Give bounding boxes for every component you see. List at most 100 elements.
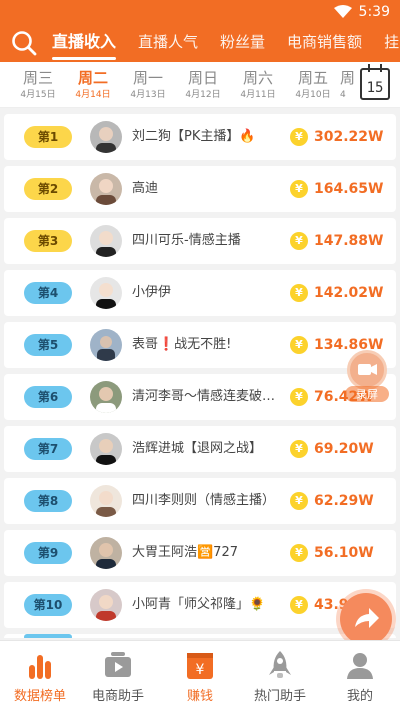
coin-icon: ¥ (290, 388, 308, 406)
streamer-name: 清河李哥～情感连麦破… (132, 389, 276, 404)
tab-fans[interactable]: 粉丝量 (220, 24, 265, 62)
streamer-name: 大胃王阿浩🈺727 (132, 545, 238, 560)
income-amount: 62.29W (314, 493, 374, 509)
tab-live-income[interactable]: 直播收入 (52, 24, 117, 62)
calendar-icon[interactable]: 15 (360, 64, 390, 100)
rank-badge: 第5 (24, 334, 72, 356)
rank-badge: 第9 (24, 542, 72, 564)
rank-badge: 第10 (24, 594, 72, 616)
share-arrow-icon (355, 608, 379, 628)
list-item[interactable]: 第8 四川李则则（情感主播） ¥ 62.29W (4, 478, 396, 524)
coin-icon: ¥ (290, 492, 308, 510)
rank-badge: 第4 (24, 282, 72, 304)
income-amount: 147.88W (314, 233, 384, 249)
nav-ecommerce-helper[interactable]: 电商助手 (78, 641, 158, 711)
avatar (90, 121, 122, 153)
income-amount: 164.65W (314, 181, 384, 197)
day-item-selected[interactable]: 周二 4月14日 (73, 68, 113, 102)
day-name: 周二 (77, 69, 108, 87)
list-item[interactable]: 第3 四川可乐-情感主播 ¥ 147.88W (4, 218, 396, 264)
day-item[interactable]: 周六 4月11日 (238, 68, 278, 102)
list-item[interactable] (4, 634, 396, 638)
day-name: 周日 (187, 69, 218, 87)
list-item[interactable]: 第2 高迪 ¥ 164.65W (4, 166, 396, 212)
day-item[interactable]: 周 4 (340, 68, 354, 102)
nav-earn-money[interactable]: ¥ 赚钱 (160, 641, 240, 711)
status-bar: 5:39 (0, 0, 400, 24)
streamer-name: 浩辉进城【退网之战】 (132, 441, 263, 456)
avatar (90, 277, 122, 309)
avatar (90, 329, 122, 361)
day-name: 周一 (132, 69, 163, 87)
top-tabs: 直播收入 直播人气 粉丝量 电商销售额 挂 (52, 24, 400, 62)
nav-label: 电商助手 (91, 689, 144, 704)
video-icon (105, 652, 131, 677)
screen-record-button[interactable]: 录屏 (345, 350, 389, 402)
day-selector: 周三 4月15日 周二 4月14日 周一 4月13日 周日 4月12日 周六 4… (0, 62, 400, 108)
wifi-icon (334, 5, 352, 18)
day-date: 4 (340, 90, 346, 100)
list-item[interactable]: 第1 刘二狗【PK主播】🔥 ¥ 302.22W (4, 114, 396, 160)
income-amount: 142.02W (314, 285, 384, 301)
coin-icon: ¥ (290, 128, 308, 146)
tab-more[interactable]: 挂 (384, 24, 399, 62)
avatar (90, 173, 122, 205)
list-item[interactable]: 第4 小伊伊 ¥ 142.02W (4, 270, 396, 316)
day-item[interactable]: 周五 4月10日 (293, 68, 333, 102)
day-date: 4月14日 (75, 90, 111, 100)
svg-text:¥: ¥ (196, 662, 205, 678)
share-button[interactable] (340, 593, 392, 645)
income-amount: 69.20W (314, 441, 374, 457)
coin-icon: ¥ (290, 284, 308, 302)
nav-label: 我的 (346, 689, 373, 704)
day-item[interactable]: 周日 4月12日 (183, 68, 223, 102)
nav-label: 热门助手 (253, 689, 306, 704)
app-header: 5:39 直播收入 直播人气 粉丝量 电商销售额 挂 (0, 0, 400, 62)
list-item[interactable]: 第5 表哥❗战无不胜! ¥ 134.86W (4, 322, 396, 368)
list-item[interactable]: 第9 大胃王阿浩🈺727 ¥ 56.10W (4, 530, 396, 576)
day-item[interactable]: 周一 4月13日 (128, 68, 168, 102)
day-name: 周 (340, 69, 354, 87)
bottom-nav: 数据榜单 电商助手 ¥ 赚钱 热门助手 我的 (0, 640, 400, 711)
status-time: 5:39 (358, 4, 390, 20)
streamer-name: 四川李则则（情感主播） (132, 493, 276, 508)
record-label: 录屏 (345, 386, 389, 402)
tab-ecommerce-sales[interactable]: 电商销售额 (287, 24, 362, 62)
income-amount: 56.10W (314, 545, 374, 561)
tab-live-popularity[interactable]: 直播人气 (138, 24, 198, 62)
user-icon (347, 653, 373, 679)
rank-badge: 第2 (24, 178, 72, 200)
nav-hot-helper[interactable]: 热门助手 (240, 641, 320, 711)
day-date: 4月11日 (240, 90, 276, 100)
list-item[interactable]: 第7 浩辉进城【退网之战】 ¥ 69.20W (4, 426, 396, 472)
rank-badge: 第6 (24, 386, 72, 408)
nav-data-ranking[interactable]: 数据榜单 (0, 641, 80, 711)
nav-label: 数据榜单 (13, 689, 66, 704)
avatar (90, 225, 122, 257)
day-date: 4月10日 (295, 90, 331, 100)
avatar (90, 589, 122, 621)
avatar (90, 485, 122, 517)
list-item[interactable]: 第10 小阿青「师父祁隆」🌻 ¥ 43.93W (4, 582, 396, 628)
day-date: 4月15日 (20, 90, 56, 100)
camera-icon (347, 350, 387, 390)
rank-badge: 第3 (24, 230, 72, 252)
avatar (90, 381, 122, 413)
rank-badge-partial (24, 634, 72, 638)
ranking-list: 第1 刘二狗【PK主播】🔥 ¥ 302.22W 第2 高迪 ¥ 164.65W … (0, 108, 400, 638)
streamer-name: 高迪 (132, 181, 159, 196)
coin-icon: ¥ (290, 336, 308, 354)
nav-label: 赚钱 (186, 689, 213, 704)
coin-icon: ¥ (290, 440, 308, 458)
search-icon[interactable] (11, 30, 37, 56)
streamer-name: 小伊伊 (132, 285, 172, 300)
day-date: 4月12日 (185, 90, 221, 100)
streamer-name: 小阿青「师父祁隆」🌻 (132, 597, 266, 612)
day-item[interactable]: 周三 4月15日 (18, 68, 58, 102)
money-icon: ¥ (187, 653, 213, 679)
coin-icon: ¥ (290, 544, 308, 562)
list-item[interactable]: 第6 清河李哥～情感连麦破… ¥ 76.42W (4, 374, 396, 420)
nav-profile[interactable]: 我的 (320, 641, 400, 711)
coin-icon: ¥ (290, 596, 308, 614)
calendar-day: 15 (366, 80, 384, 96)
